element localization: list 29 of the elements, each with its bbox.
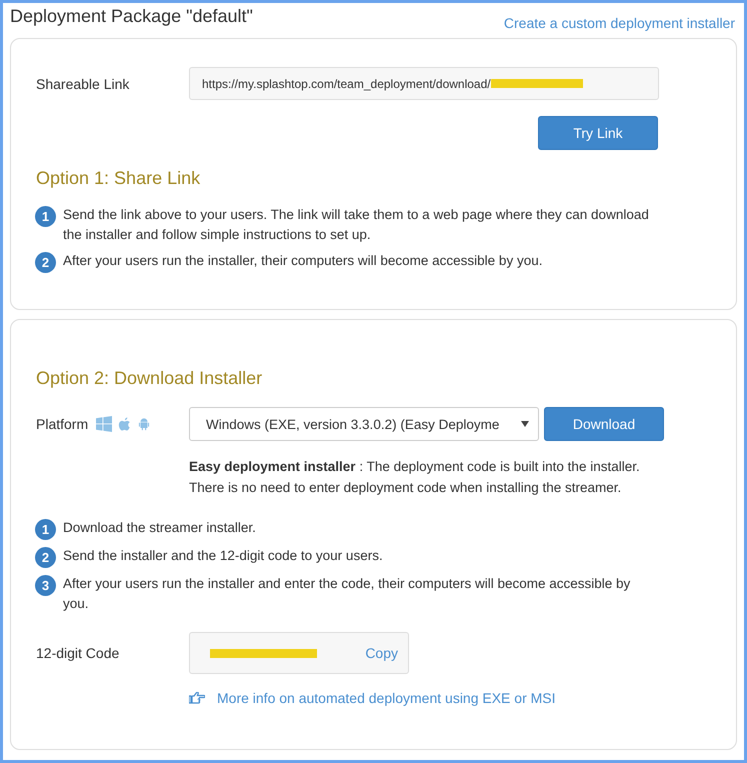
step-number: 3 [35, 575, 56, 596]
step-number: 1 [35, 206, 56, 227]
pointing-hand-icon [189, 692, 205, 704]
windows-icon [96, 416, 112, 432]
link-field[interactable]: https://my.splashtop.com/team_deployment/download/ [189, 67, 659, 100]
try-link-button[interactable]: Try Link [538, 116, 658, 150]
field-label: Shareable Link [36, 76, 130, 92]
step-number: 1 [35, 519, 56, 540]
field-label: Platform [36, 416, 88, 432]
download-button[interactable]: Download [544, 407, 664, 441]
installer-note: Easy deployment installer : The deployment code is built into the installer. There is no need to enter deployment code when installing the streamer. [189, 458, 641, 497]
step-text: After your users run the installer, their computers will become accessible by you. [63, 252, 544, 270]
step-text: After your users run the installer and enter the code, their computers will become accessible by you. [63, 575, 632, 613]
step-text: Send the installer and the 12-digit code to your users. [63, 547, 384, 565]
custom-installer-link[interactable]: Create a custom deployment installer [504, 15, 735, 31]
platform-dropdown[interactable]: Windows (EXE, version 3.3.0.2) (Easy Deployme [189, 407, 539, 441]
apple-icon [117, 416, 132, 432]
section-heading: Option 1: Share Link [36, 168, 202, 189]
page-title: Deployment Package "default" [10, 6, 253, 26]
copy-link[interactable]: Copy [365, 645, 398, 661]
step-number: 2 [35, 252, 56, 273]
section-heading: Option 2: Download Installer [36, 368, 264, 389]
step-text: Download the streamer installer. [63, 519, 257, 537]
field-label: 12-digit Code [36, 645, 120, 661]
more-info-link[interactable]: More info on automated deployment using EXE or MSI [217, 690, 556, 706]
step-text: Send the link above to your users. The link will take them to a web page where they can download the installer and follow simple instructions to set up. [63, 206, 650, 244]
caret-icon [521, 421, 529, 427]
step-number: 2 [35, 547, 56, 568]
android-icon [137, 416, 152, 432]
